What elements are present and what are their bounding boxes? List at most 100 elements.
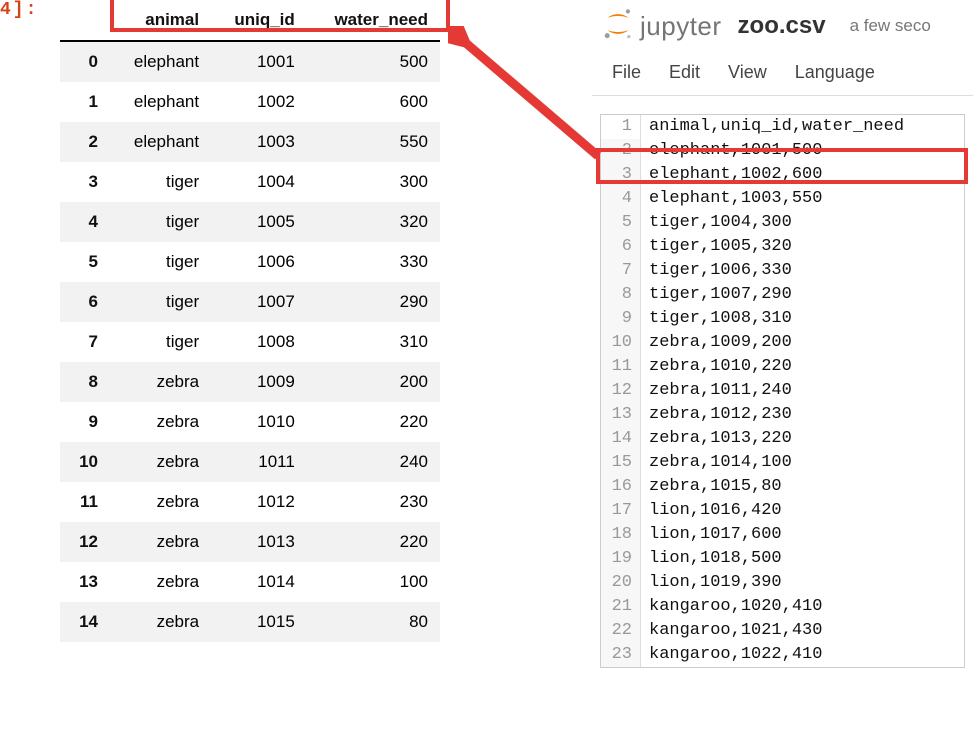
cell-animal: tiger: [110, 162, 211, 202]
line-number: 11: [601, 355, 641, 379]
line-text[interactable]: tiger,1008,310: [641, 307, 964, 331]
cell-animal: tiger: [110, 242, 211, 282]
cell-animal: zebra: [110, 442, 211, 482]
row-index: 11: [60, 482, 110, 522]
code-line[interactable]: 15zebra,1014,100: [601, 451, 964, 475]
row-index: 2: [60, 122, 110, 162]
cell-water_need: 80: [307, 602, 440, 642]
code-line[interactable]: 16zebra,1015,80: [601, 475, 964, 499]
cell-uniq_id: 1013: [211, 522, 307, 562]
code-line[interactable]: 5tiger,1004,300: [601, 211, 964, 235]
table-row: 6tiger1007290: [60, 282, 440, 322]
line-text[interactable]: elephant,1001,500: [641, 139, 964, 163]
code-line[interactable]: 19lion,1018,500: [601, 547, 964, 571]
line-number: 4: [601, 187, 641, 211]
cell-prompt-label: 4]:: [0, 0, 38, 20]
code-line[interactable]: 6tiger,1005,320: [601, 235, 964, 259]
dataframe-output: animal uniq_id water_need 0elephant10015…: [60, 0, 450, 729]
cell-uniq_id: 1014: [211, 562, 307, 602]
code-line[interactable]: 9tiger,1008,310: [601, 307, 964, 331]
cell-uniq_id: 1009: [211, 362, 307, 402]
line-number: 14: [601, 427, 641, 451]
line-number: 3: [601, 163, 641, 187]
jupyter-editor: jupyter zoo.csv a few seco File Edit Vie…: [592, 0, 973, 729]
cell-water_need: 600: [307, 82, 440, 122]
cell-uniq_id: 1005: [211, 202, 307, 242]
line-number: 23: [601, 643, 641, 667]
table-row: 14zebra101580: [60, 602, 440, 642]
dataframe-col-animal: animal: [110, 0, 211, 41]
table-row: 0elephant1001500: [60, 41, 440, 82]
line-text[interactable]: zebra,1013,220: [641, 427, 964, 451]
cell-water_need: 200: [307, 362, 440, 402]
jupyter-logo[interactable]: jupyter: [600, 6, 722, 47]
code-line[interactable]: 22kangaroo,1021,430: [601, 619, 964, 643]
code-line[interactable]: 12zebra,1011,240: [601, 379, 964, 403]
code-line[interactable]: 4elephant,1003,550: [601, 187, 964, 211]
table-row: 7tiger1008310: [60, 322, 440, 362]
code-line[interactable]: 1animal,uniq_id,water_need: [601, 115, 964, 139]
line-text[interactable]: animal,uniq_id,water_need: [641, 115, 964, 139]
line-text[interactable]: lion,1017,600: [641, 523, 964, 547]
menu-view[interactable]: View: [728, 62, 767, 83]
table-row: 1elephant1002600: [60, 82, 440, 122]
code-line[interactable]: 3elephant,1002,600: [601, 163, 964, 187]
line-text[interactable]: kangaroo,1022,410: [641, 643, 964, 667]
line-number: 15: [601, 451, 641, 475]
code-line[interactable]: 2elephant,1001,500: [601, 139, 964, 163]
row-index: 8: [60, 362, 110, 402]
code-line[interactable]: 20lion,1019,390: [601, 571, 964, 595]
line-number: 21: [601, 595, 641, 619]
line-text[interactable]: zebra,1011,240: [641, 379, 964, 403]
cell-animal: elephant: [110, 82, 211, 122]
line-text[interactable]: kangaroo,1020,410: [641, 595, 964, 619]
line-text[interactable]: tiger,1005,320: [641, 235, 964, 259]
code-line[interactable]: 14zebra,1013,220: [601, 427, 964, 451]
code-line[interactable]: 10zebra,1009,200: [601, 331, 964, 355]
line-text[interactable]: lion,1018,500: [641, 547, 964, 571]
table-row: 8zebra1009200: [60, 362, 440, 402]
text-editor[interactable]: 1animal,uniq_id,water_need2elephant,1001…: [600, 114, 965, 668]
line-text[interactable]: tiger,1007,290: [641, 283, 964, 307]
table-row: 2elephant1003550: [60, 122, 440, 162]
line-text[interactable]: elephant,1003,550: [641, 187, 964, 211]
row-index: 6: [60, 282, 110, 322]
code-line[interactable]: 18lion,1017,600: [601, 523, 964, 547]
code-line[interactable]: 8tiger,1007,290: [601, 283, 964, 307]
cell-uniq_id: 1015: [211, 602, 307, 642]
menu-language[interactable]: Language: [795, 62, 875, 83]
dataframe-index-header: [60, 0, 110, 41]
line-number: 20: [601, 571, 641, 595]
table-row: 13zebra1014100: [60, 562, 440, 602]
line-text[interactable]: kangaroo,1021,430: [641, 619, 964, 643]
code-line[interactable]: 21kangaroo,1020,410: [601, 595, 964, 619]
code-line[interactable]: 23kangaroo,1022,410: [601, 643, 964, 667]
line-number: 17: [601, 499, 641, 523]
menu-bar: File Edit View Language: [592, 52, 973, 96]
code-line[interactable]: 17lion,1016,420: [601, 499, 964, 523]
line-text[interactable]: lion,1019,390: [641, 571, 964, 595]
line-text[interactable]: tiger,1006,330: [641, 259, 964, 283]
code-line[interactable]: 11zebra,1010,220: [601, 355, 964, 379]
line-number: 19: [601, 547, 641, 571]
line-text[interactable]: zebra,1010,220: [641, 355, 964, 379]
line-text[interactable]: tiger,1004,300: [641, 211, 964, 235]
line-text[interactable]: elephant,1002,600: [641, 163, 964, 187]
line-number: 10: [601, 331, 641, 355]
code-line[interactable]: 13zebra,1012,230: [601, 403, 964, 427]
cell-animal: tiger: [110, 282, 211, 322]
line-text[interactable]: zebra,1015,80: [641, 475, 964, 499]
line-text[interactable]: zebra,1012,230: [641, 403, 964, 427]
row-index: 12: [60, 522, 110, 562]
code-line[interactable]: 7tiger,1006,330: [601, 259, 964, 283]
cell-animal: elephant: [110, 41, 211, 82]
file-name[interactable]: zoo.csv: [738, 12, 826, 40]
line-text[interactable]: zebra,1014,100: [641, 451, 964, 475]
line-text[interactable]: zebra,1009,200: [641, 331, 964, 355]
line-text[interactable]: lion,1016,420: [641, 499, 964, 523]
menu-file[interactable]: File: [612, 62, 641, 83]
line-number: 18: [601, 523, 641, 547]
cell-water_need: 300: [307, 162, 440, 202]
menu-edit[interactable]: Edit: [669, 62, 700, 83]
row-index: 14: [60, 602, 110, 642]
